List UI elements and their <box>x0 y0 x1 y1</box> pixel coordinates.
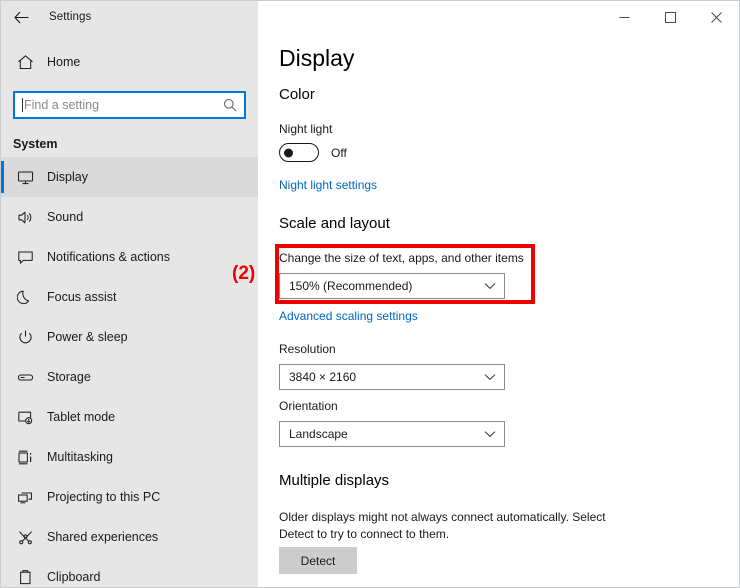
sidebar-item-label: Display <box>47 170 88 184</box>
sidebar-item-focus-assist[interactable]: Focus assist <box>1 277 258 317</box>
share-icon <box>11 529 39 546</box>
night-light-toggle[interactable] <box>279 143 319 162</box>
scale-dropdown-value: 150% (Recommended) <box>289 279 413 293</box>
title-bar: Settings <box>1 1 739 33</box>
search-input[interactable]: Find a setting <box>13 91 246 119</box>
text-caret <box>22 98 23 112</box>
detect-button[interactable]: Detect <box>279 547 357 574</box>
resolution-dropdown[interactable]: 3840 × 2160 <box>279 364 505 390</box>
sidebar-item-label: Focus assist <box>47 290 117 304</box>
night-light-label: Night light <box>279 122 333 136</box>
advanced-scaling-link[interactable]: Advanced scaling settings <box>279 309 418 323</box>
sidebar-item-notifications[interactable]: Notifications & actions <box>1 237 258 277</box>
toggle-knob <box>284 148 293 157</box>
sidebar-item-home[interactable]: Home <box>1 43 258 81</box>
main-content: Display Color Night light Off Night ligh… <box>259 1 739 587</box>
sidebar-item-power-sleep[interactable]: Power & sleep <box>1 317 258 357</box>
title-bar-left: Settings <box>1 1 258 33</box>
back-arrow-icon <box>13 11 29 24</box>
power-icon <box>11 329 39 346</box>
back-button[interactable] <box>1 1 41 33</box>
orientation-dropdown[interactable]: Landscape <box>279 421 505 447</box>
monitor-icon <box>11 169 39 186</box>
search-container: Find a setting <box>13 91 246 119</box>
clipboard-icon <box>11 569 39 586</box>
section-title-scale-layout: Scale and layout <box>279 215 390 232</box>
sidebar: Home Find a setting System Display Sound… <box>1 1 258 587</box>
annotation-callout-2: (2) <box>232 263 256 284</box>
multiple-displays-description: Older displays might not always connect … <box>279 510 606 542</box>
sidebar-item-projecting[interactable]: Projecting to this PC <box>1 477 258 517</box>
sidebar-item-label: Projecting to this PC <box>47 490 161 504</box>
minimize-button[interactable] <box>601 1 647 33</box>
chevron-down-icon <box>484 430 496 438</box>
scale-dropdown[interactable]: 150% (Recommended) <box>279 273 505 299</box>
sidebar-item-label: Home <box>47 55 81 69</box>
night-light-toggle-row: Off <box>279 143 347 162</box>
home-icon <box>11 54 39 71</box>
search-icon[interactable] <box>223 98 237 112</box>
section-title-color: Color <box>279 86 315 103</box>
sidebar-item-label: Power & sleep <box>47 330 128 344</box>
night-light-settings-link[interactable]: Night light settings <box>279 178 377 192</box>
sidebar-item-label: Clipboard <box>47 570 101 584</box>
sidebar-item-shared-experiences[interactable]: Shared experiences <box>1 517 258 557</box>
window-controls <box>601 1 739 33</box>
storage-icon <box>11 369 39 386</box>
resolution-label: Resolution <box>279 342 336 356</box>
sidebar-item-tablet-mode[interactable]: Tablet mode <box>1 397 258 437</box>
maximize-icon <box>664 11 676 23</box>
sidebar-item-label: Notifications & actions <box>47 250 170 264</box>
chevron-down-icon <box>484 373 496 381</box>
sidebar-item-label: Multitasking <box>47 450 113 464</box>
sidebar-group-title: System <box>13 137 58 151</box>
window-title: Settings <box>49 11 92 23</box>
minimize-icon <box>619 12 630 23</box>
sidebar-item-label: Shared experiences <box>47 530 159 544</box>
sidebar-item-display[interactable]: Display <box>1 157 258 197</box>
close-icon <box>710 11 722 23</box>
project-icon <box>11 489 39 506</box>
page-title: Display <box>279 45 355 71</box>
multitasking-icon <box>11 449 39 466</box>
sidebar-item-label: Tablet mode <box>47 410 116 424</box>
sidebar-item-storage[interactable]: Storage <box>1 357 258 397</box>
scale-label: Change the size of text, apps, and other… <box>279 251 524 265</box>
section-title-multiple-displays: Multiple displays <box>279 472 390 489</box>
night-light-state: Off <box>331 145 347 160</box>
speaker-icon <box>11 209 39 226</box>
sidebar-item-sound[interactable]: Sound <box>1 197 258 237</box>
chevron-down-icon <box>484 282 496 290</box>
sidebar-item-multitasking[interactable]: Multitasking <box>1 437 258 477</box>
resolution-dropdown-value: 3840 × 2160 <box>289 370 357 384</box>
sidebar-item-label: Storage <box>47 370 91 384</box>
sidebar-item-clipboard[interactable]: Clipboard <box>1 557 258 587</box>
notification-icon <box>11 249 39 266</box>
settings-window: Settings Home Find a setting System Disp… <box>0 0 740 588</box>
search-placeholder: Find a setting <box>24 98 100 112</box>
close-button[interactable] <box>693 1 739 33</box>
moon-icon <box>11 289 39 306</box>
orientation-dropdown-value: Landscape <box>289 427 348 441</box>
orientation-label: Orientation <box>279 399 338 413</box>
maximize-button[interactable] <box>647 1 693 33</box>
tablet-icon <box>11 409 39 426</box>
sidebar-item-label: Sound <box>47 210 84 224</box>
